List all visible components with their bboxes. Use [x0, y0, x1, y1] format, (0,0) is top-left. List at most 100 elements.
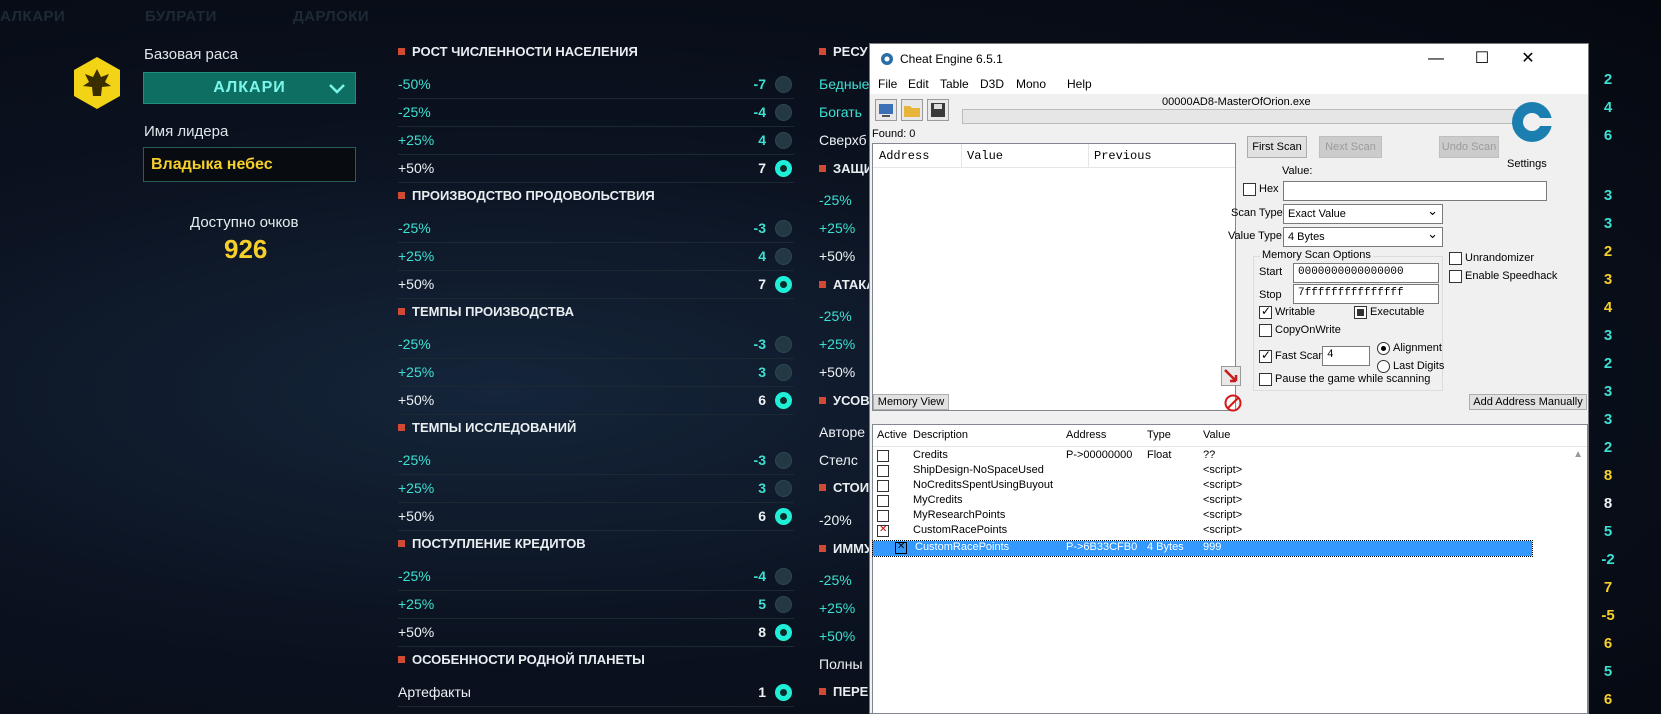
ghost-tab-3[interactable]: ДАРЛОКИ — [293, 8, 369, 25]
trait-toggle-icon[interactable] — [775, 220, 792, 237]
trait-option[interactable]: -50% -7 — [398, 71, 794, 99]
col-value[interactable]: Value — [1203, 429, 1230, 441]
copy-on-write-checkbox[interactable] — [1259, 324, 1272, 337]
trait-toggle-icon[interactable] — [775, 76, 792, 93]
value-input[interactable] — [1283, 181, 1547, 201]
col-previous[interactable]: Previous — [1094, 149, 1152, 163]
trait-option-label[interactable]: Сверхб — [819, 132, 867, 148]
scan-type-select[interactable]: Exact Value — [1283, 203, 1443, 224]
fast-scan-input[interactable]: 4 — [1322, 346, 1370, 366]
trait-toggle-icon[interactable] — [775, 596, 792, 613]
col-value[interactable]: Value — [967, 149, 1003, 163]
trait-toggle-icon[interactable] — [775, 248, 792, 265]
trait-option[interactable]: +50% 7 — [398, 155, 794, 183]
active-checkbox[interactable] — [877, 465, 889, 477]
col-address[interactable]: Address — [879, 149, 929, 163]
trait-option[interactable]: +50% 6 — [398, 387, 794, 415]
trait-option[interactable]: +50% 6 — [398, 503, 794, 531]
trait-option-label[interactable]: Полны — [819, 656, 863, 672]
active-checkbox[interactable] — [877, 450, 889, 462]
address-list-row[interactable]: ShipDesign-NoSpaceUsed <script> — [873, 464, 1573, 479]
trait-option[interactable]: +25% 5 — [398, 591, 794, 619]
alignment-radio[interactable] — [1377, 342, 1390, 355]
active-checkbox[interactable] — [877, 510, 889, 522]
trait-option-label[interactable]: -25% — [819, 192, 852, 208]
trait-toggle-icon[interactable] — [775, 104, 792, 121]
trait-option[interactable]: +25% 4 — [398, 127, 794, 155]
address-list-table[interactable]: Active Description Address Type Value ▲ … — [872, 424, 1588, 714]
trait-option-label[interactable]: Авторе — [819, 424, 865, 440]
address-list-row[interactable]: Credits P->00000000 Float?? — [873, 449, 1573, 464]
fast-scan-checkbox[interactable] — [1259, 348, 1272, 363]
trait-toggle-icon[interactable] — [775, 508, 792, 525]
trait-toggle-icon[interactable] — [775, 364, 792, 381]
trait-toggle-icon[interactable] — [775, 392, 792, 409]
trait-option[interactable]: -25% -3 — [398, 331, 794, 359]
trait-toggle-icon[interactable] — [775, 624, 792, 641]
menu-mono[interactable]: Mono — [1016, 77, 1046, 91]
trait-option-label[interactable]: Бедные — [819, 76, 869, 92]
add-address-manually-button[interactable]: Add Address Manually — [1469, 394, 1587, 410]
open-file-button[interactable] — [901, 99, 923, 121]
col-type[interactable]: Type — [1147, 429, 1171, 441]
cheat-engine-logo-icon[interactable] — [1506, 92, 1554, 162]
trait-option[interactable]: +25% 4 — [398, 243, 794, 271]
trait-option-label[interactable]: -25% — [819, 572, 852, 588]
col-active[interactable]: Active — [877, 429, 907, 441]
trait-toggle-icon[interactable] — [775, 452, 792, 469]
trait-toggle-icon[interactable] — [775, 132, 792, 149]
menu-d3d[interactable]: D3D — [980, 77, 1004, 91]
hex-checkbox[interactable] — [1243, 183, 1256, 196]
trait-option-label[interactable]: +50% — [819, 628, 855, 644]
leader-name-input[interactable]: Владыка небес — [143, 147, 356, 182]
trait-option[interactable]: +25% 3 — [398, 475, 794, 503]
settings-label[interactable]: Settings — [1507, 158, 1547, 170]
trait-option[interactable]: -25% -3 — [398, 215, 794, 243]
trait-toggle-icon[interactable] — [775, 276, 792, 293]
writable-checkbox[interactable] — [1259, 304, 1272, 319]
ghost-tab-2[interactable]: БУЛРАТИ — [145, 8, 217, 25]
trait-option-label[interactable]: +25% — [819, 600, 855, 616]
menu-edit[interactable]: Edit — [908, 77, 929, 91]
trait-toggle-icon[interactable] — [775, 160, 792, 177]
trait-option[interactable]: +50% 8 — [398, 619, 794, 647]
next-scan-button[interactable]: Next Scan — [1319, 136, 1382, 158]
address-list-row[interactable]: CustomRacePoints <script> — [873, 524, 1573, 539]
executable-checkbox[interactable] — [1354, 306, 1367, 319]
active-checkbox[interactable] — [895, 541, 907, 554]
start-address-input[interactable]: 0000000000000000 — [1293, 263, 1439, 283]
trait-option[interactable]: -25% -4 — [398, 563, 794, 591]
trait-option-label[interactable]: +25% — [819, 220, 855, 236]
add-to-list-button[interactable] — [1221, 366, 1241, 386]
trait-option-label[interactable]: -20% — [819, 512, 852, 528]
enable-speedhack-checkbox[interactable] — [1449, 270, 1462, 283]
trait-option-label[interactable]: +50% — [819, 248, 855, 264]
trait-option-label[interactable]: +50% — [819, 364, 855, 380]
active-checkbox[interactable] — [877, 524, 889, 537]
menu-file[interactable]: File — [878, 77, 897, 91]
trait-option-label[interactable]: Богать — [819, 104, 862, 120]
unrandomizer-checkbox[interactable] — [1449, 252, 1462, 265]
menu-help[interactable]: Help — [1067, 77, 1092, 91]
found-results-list[interactable]: Address Value Previous — [872, 143, 1236, 411]
trait-option[interactable]: -25% -4 — [398, 99, 794, 127]
active-checkbox[interactable] — [877, 480, 889, 492]
value-type-select[interactable]: 4 Bytes — [1283, 226, 1443, 247]
pause-game-checkbox[interactable] — [1259, 373, 1272, 386]
scroll-up-icon[interactable]: ▲ — [1573, 449, 1583, 460]
trait-toggle-icon[interactable] — [775, 480, 792, 497]
ghost-tab-1[interactable]: АЛКАРИ — [0, 8, 65, 25]
maximize-icon[interactable]: ☐ — [1459, 44, 1505, 74]
undo-scan-button[interactable]: Undo Scan — [1439, 136, 1499, 158]
address-list-row[interactable]: MyResearchPoints <script> — [873, 509, 1573, 524]
memory-view-button[interactable]: Memory View — [873, 394, 949, 410]
trait-toggle-icon[interactable] — [775, 568, 792, 585]
active-checkbox[interactable] — [877, 495, 889, 507]
trait-option[interactable]: -25% -3 — [398, 447, 794, 475]
col-description[interactable]: Description — [913, 429, 968, 441]
stop-address-input[interactable]: 7fffffffffffffff — [1293, 284, 1439, 304]
col-address[interactable]: Address — [1066, 429, 1106, 441]
address-list-row[interactable]: CustomRacePoints P->6B33CFB0 4 Bytes 999 — [872, 540, 1533, 557]
minimize-icon[interactable]: — — [1413, 44, 1459, 74]
trait-option-label[interactable]: -25% — [819, 308, 852, 324]
